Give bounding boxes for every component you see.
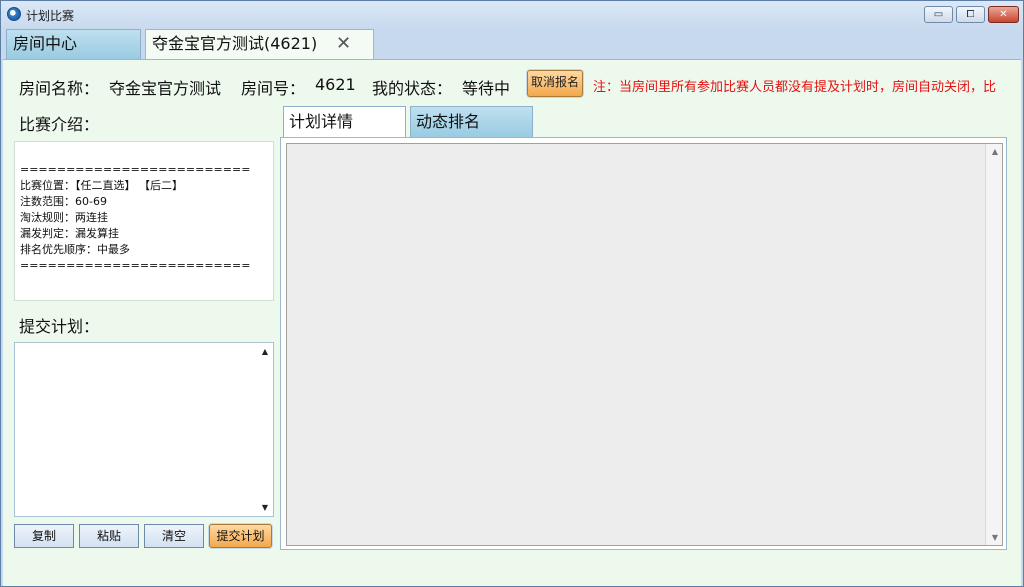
- intro-textbox[interactable]: ========================= 比赛位置：【任二直选】 【后…: [14, 141, 274, 301]
- tab-room-center-label: 房间中心: [13, 34, 78, 53]
- tab-dynamic-ranking-label: 动态排名: [416, 112, 481, 131]
- scroll-down-icon[interactable]: ▼: [992, 533, 998, 542]
- scroll-down-icon[interactable]: ▼: [262, 503, 268, 512]
- app-icon: [7, 7, 21, 21]
- tab-close-icon[interactable]: ✕: [336, 30, 351, 58]
- scroll-up-icon[interactable]: ▲: [992, 147, 998, 156]
- plan-label: 提交计划：: [19, 317, 100, 336]
- status-label: 我的状态：: [372, 79, 453, 98]
- details-scrollbar[interactable]: ▲ ▼: [985, 144, 1002, 545]
- app-window: 计划比赛 ▭ ⧠ ✕ 房间中心 夺金宝官方测试(4621) ✕ 房间名称： 夺金…: [0, 0, 1024, 587]
- tab-room-center[interactable]: 房间中心: [6, 29, 141, 59]
- plan-details-panel: ▲ ▼: [280, 137, 1007, 550]
- plan-details-area[interactable]: ▲ ▼: [286, 143, 1003, 546]
- room-name-value: 夺金宝官方测试: [109, 79, 222, 98]
- room-name-label: 房间名称：: [19, 79, 100, 98]
- room-content: 房间名称： 夺金宝官方测试 房间号： 4621 我的状态： 等待中 取消报名 注…: [3, 59, 1021, 586]
- maximize-button[interactable]: ⧠: [956, 6, 985, 23]
- tab-room-test-label: 夺金宝官方测试(4621): [152, 34, 318, 53]
- minimize-button[interactable]: ▭: [924, 6, 953, 23]
- submit-plan-button[interactable]: 提交计划: [209, 524, 272, 548]
- tab-room-test[interactable]: 夺金宝官方测试(4621) ✕: [145, 29, 374, 60]
- tab-dynamic-ranking[interactable]: 动态排名: [410, 106, 533, 137]
- room-number-value: 4621: [315, 75, 356, 94]
- intro-label: 比赛介绍：: [19, 115, 100, 134]
- status-value: 等待中: [462, 79, 511, 98]
- copy-button[interactable]: 复制: [14, 524, 74, 548]
- room-info-row: 房间名称： 夺金宝官方测试 房间号： 4621 我的状态： 等待中 取消报名 注…: [3, 70, 1021, 98]
- tab-plan-details-label: 计划详情: [289, 112, 354, 131]
- room-number-label: 房间号：: [241, 79, 306, 98]
- window-title: 计划比赛: [26, 9, 75, 23]
- scroll-up-icon[interactable]: ▲: [262, 347, 268, 356]
- title-bar: 计划比赛 ▭ ⧠ ✕: [1, 1, 1023, 28]
- tab-plan-details[interactable]: 计划详情: [283, 106, 406, 138]
- cancel-registration-button[interactable]: 取消报名: [527, 70, 583, 97]
- close-button[interactable]: ✕: [988, 6, 1019, 23]
- room-close-note: 注：当房间里所有参加比赛人员都没有提及计划时，房间自动关闭，比: [593, 80, 997, 95]
- plan-input[interactable]: ▲ ▼: [14, 342, 274, 517]
- clear-button[interactable]: 清空: [144, 524, 204, 548]
- paste-button[interactable]: 粘贴: [79, 524, 139, 548]
